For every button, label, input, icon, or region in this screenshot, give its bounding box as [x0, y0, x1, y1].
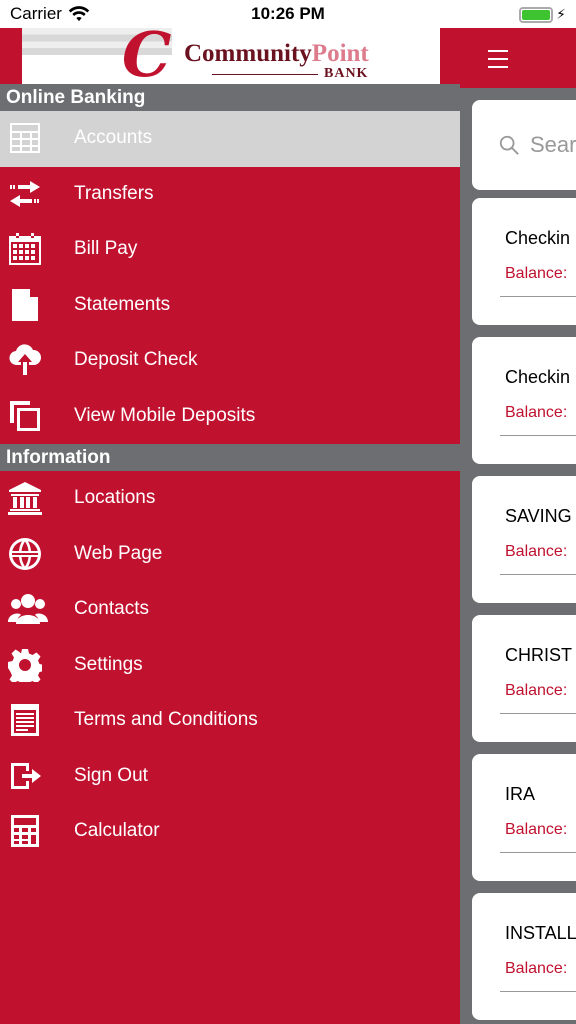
logo-bar: C CommunityPoint BANK [0, 28, 460, 84]
menu-label: Transfers [74, 182, 154, 204]
menu-label: Contacts [74, 598, 149, 620]
menu-item-settings[interactable]: Settings [0, 638, 460, 694]
top-nav-bar [460, 28, 576, 88]
account-card[interactable]: INSTALL Balance: [472, 893, 576, 1020]
menu-item-view-mobile-deposits[interactable]: View Mobile Deposits [0, 389, 460, 445]
menu-label: Accounts [74, 127, 153, 149]
menu-label: Locations [74, 487, 156, 509]
account-balance-label: Balance: [505, 960, 568, 977]
menu-label: Deposit Check [74, 349, 198, 371]
account-name: CHRIST [505, 645, 572, 665]
menu-item-deposit-check[interactable]: Deposit Check [0, 333, 460, 389]
account-name: Checkin [505, 228, 571, 248]
status-bar: Carrier 10:26 PM ⚡ [0, 0, 576, 28]
bank-building-icon [0, 471, 74, 526]
search-bar[interactable]: Sear [472, 100, 576, 190]
menu-item-terms-and-conditions[interactable]: Terms and Conditions [0, 693, 460, 749]
clock: 10:26 PM [251, 4, 325, 23]
account-name: IRA [505, 784, 536, 804]
battery-icon [519, 6, 554, 23]
account-balance-label: Balance: [505, 821, 568, 838]
account-card[interactable]: SAVING Balance: [472, 476, 576, 603]
menu-label: Bill Pay [74, 238, 138, 260]
menu-item-transfers[interactable]: Transfers [0, 167, 460, 223]
bank-logo: C CommunityPoint BANK [22, 28, 440, 84]
menu-label: View Mobile Deposits [74, 404, 256, 426]
cloud-upload-icon [0, 333, 74, 388]
menu-label: Terms and Conditions [74, 709, 258, 731]
menu-item-statements[interactable]: Statements [0, 278, 460, 334]
section-header-information: Information [0, 444, 460, 471]
menu-item-contacts[interactable]: Contacts [0, 582, 460, 638]
account-balance-label: Balance: [505, 265, 568, 282]
account-name: SAVING [505, 506, 572, 526]
menu-label: Calculator [74, 820, 160, 842]
search-placeholder: Sear [530, 132, 576, 157]
logo-name-part2: Point [311, 40, 369, 67]
logo-name-part1: Community [184, 40, 312, 67]
battery-indicator: ⚡ [519, 6, 566, 23]
hamburger-menu-icon[interactable] [488, 50, 508, 74]
account-balance-label: Balance: [505, 404, 568, 421]
menu-item-accounts[interactable]: Accounts [0, 111, 460, 167]
section-header-online-banking: Online Banking [0, 84, 460, 111]
menu-label: Settings [74, 653, 143, 675]
menu-item-bill-pay[interactable]: Bill Pay [0, 222, 460, 278]
charging-bolt-icon: ⚡ [556, 6, 566, 22]
table-icon [0, 111, 74, 166]
notepad-icon [0, 693, 74, 748]
menu-item-web-page[interactable]: Web Page [0, 527, 460, 583]
document-icon [0, 277, 74, 332]
account-card[interactable]: Checkin Balance: [472, 198, 576, 325]
side-menu: C CommunityPoint BANK Online Banking Acc… [0, 28, 460, 1024]
account-name: Checkin [505, 367, 571, 387]
menu-label: Web Page [74, 542, 163, 564]
menu-label: Sign Out [74, 764, 148, 786]
calendar-icon [0, 222, 74, 277]
menu-item-calculator[interactable]: Calculator [0, 804, 460, 860]
people-icon [0, 582, 74, 637]
search-icon [499, 135, 519, 155]
copy-icon [0, 388, 74, 443]
menu-label: Statements [74, 293, 171, 315]
menu-item-sign-out[interactable]: Sign Out [0, 749, 460, 805]
gear-icon [0, 637, 74, 692]
calculator-icon [0, 804, 74, 859]
account-card[interactable]: IRA Balance: [472, 754, 576, 881]
account-card[interactable]: Checkin Balance: [472, 337, 576, 464]
main-content-panel: Sear Checkin Balance: Checkin Balance: S… [460, 28, 576, 1024]
transfer-arrows-icon [0, 166, 74, 221]
account-card[interactable]: CHRIST Balance: [472, 615, 576, 742]
account-name: INSTALL [505, 923, 576, 943]
account-balance-label: Balance: [505, 682, 568, 699]
account-balance-label: Balance: [505, 543, 568, 560]
accounts-list: Sear Checkin Balance: Checkin Balance: S… [460, 88, 576, 1024]
menu-item-locations[interactable]: Locations [0, 471, 460, 527]
globe-icon [0, 526, 74, 581]
logo-wordmark: CommunityPoint [184, 40, 369, 68]
logo-letter: C [122, 18, 172, 91]
logo-bank-label: BANK [324, 66, 369, 81]
sign-out-icon [0, 748, 74, 803]
